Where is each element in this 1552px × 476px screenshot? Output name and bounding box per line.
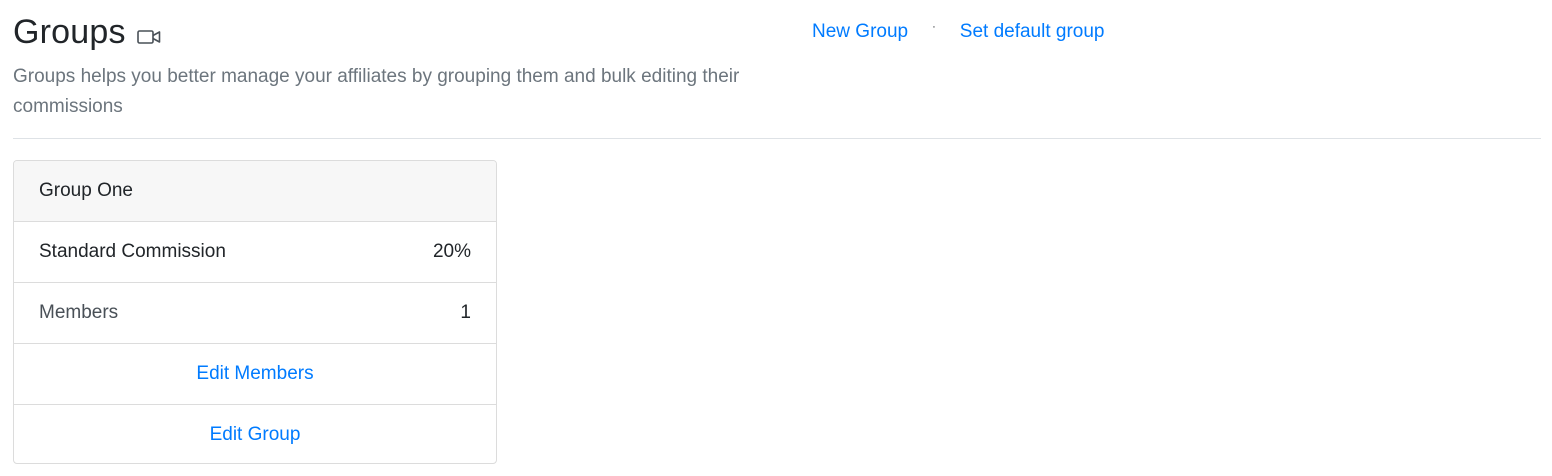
members-row: Members 1 <box>14 282 496 343</box>
separator-dot: · <box>932 21 936 33</box>
standard-commission-row: Standard Commission 20% <box>14 221 496 282</box>
header-actions: New Group · Set default group <box>812 18 1105 46</box>
members-label: Members <box>39 302 119 323</box>
new-group-link[interactable]: New Group <box>812 18 908 46</box>
edit-group-row: Edit Group <box>14 404 496 463</box>
video-camera-icon[interactable] <box>136 29 161 45</box>
group-name: Group One <box>39 180 133 201</box>
page-description: Groups helps you better manage your affi… <box>13 66 740 117</box>
standard-commission-value: 20% <box>432 241 471 262</box>
title-row: Groups <box>13 10 1541 54</box>
edit-members-row: Edit Members <box>14 343 496 404</box>
set-default-group-link[interactable]: Set default group <box>960 18 1105 46</box>
edit-members-link[interactable]: Edit Members <box>196 363 313 385</box>
members-count: 1 <box>460 302 471 323</box>
page-title: Groups <box>13 13 126 51</box>
standard-commission-label: Standard Commission <box>39 241 226 262</box>
page-header: Groups Groups helps you better manage yo… <box>13 10 1541 139</box>
group-card: Group One Standard Commission 20% Member… <box>13 160 497 464</box>
edit-group-link[interactable]: Edit Group <box>210 424 301 446</box>
group-card-header: Group One <box>14 161 496 221</box>
